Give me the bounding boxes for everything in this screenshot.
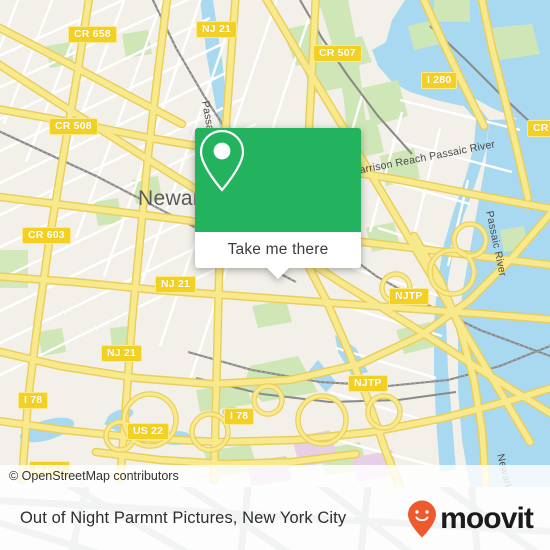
road-shield-i-280[interactable]: I 280 (421, 72, 458, 89)
road-shield-nj-21-c[interactable]: NJ 21 (101, 345, 143, 362)
road-shield-us-22[interactable]: US 22 (127, 423, 170, 440)
moovit-pin-icon (408, 500, 437, 537)
location-popup-card[interactable]: Take me there (195, 128, 361, 279)
take-me-there-label: Take me there (227, 241, 329, 258)
popup-header (195, 128, 361, 232)
share-footer: Out of Night Parmnt Pictures, New York C… (0, 487, 550, 550)
map-pin-icon (199, 129, 245, 192)
road-shield-nj-21-b[interactable]: NJ 21 (155, 276, 197, 293)
road-shield-cr-edge[interactable]: CR (527, 120, 550, 137)
map-canvas[interactable]: Newark Harrison Reach Passaic River Pass… (0, 0, 550, 487)
road-shield-nj-21-a[interactable]: NJ 21 (196, 21, 238, 38)
popup-pointer-tail (267, 268, 289, 279)
osm-attribution[interactable]: © OpenStreetMap contributors (0, 465, 550, 487)
moovit-map-share-card: Newark Harrison Reach Passaic River Pass… (0, 0, 550, 550)
road-shield-njtp-a[interactable]: NJTP (389, 288, 429, 305)
road-shield-cr-603[interactable]: CR 603 (22, 227, 71, 244)
road-shield-i-78-b[interactable]: I 78 (224, 408, 255, 425)
popup-footer[interactable]: Take me there (195, 232, 361, 268)
road-shield-i-78-a[interactable]: I 78 (18, 392, 49, 409)
moovit-wordmark: moovit (440, 501, 534, 535)
road-shield-cr-507[interactable]: CR 507 (313, 45, 362, 62)
location-title: Out of Night Parmnt Pictures, New York C… (20, 509, 347, 527)
moovit-logo[interactable]: moovit (406, 487, 534, 550)
road-shield-cr-508[interactable]: CR 508 (49, 118, 98, 135)
road-shield-njtp-b[interactable]: NJTP (348, 375, 388, 392)
road-shield-cr-658[interactable]: CR 658 (68, 26, 117, 43)
